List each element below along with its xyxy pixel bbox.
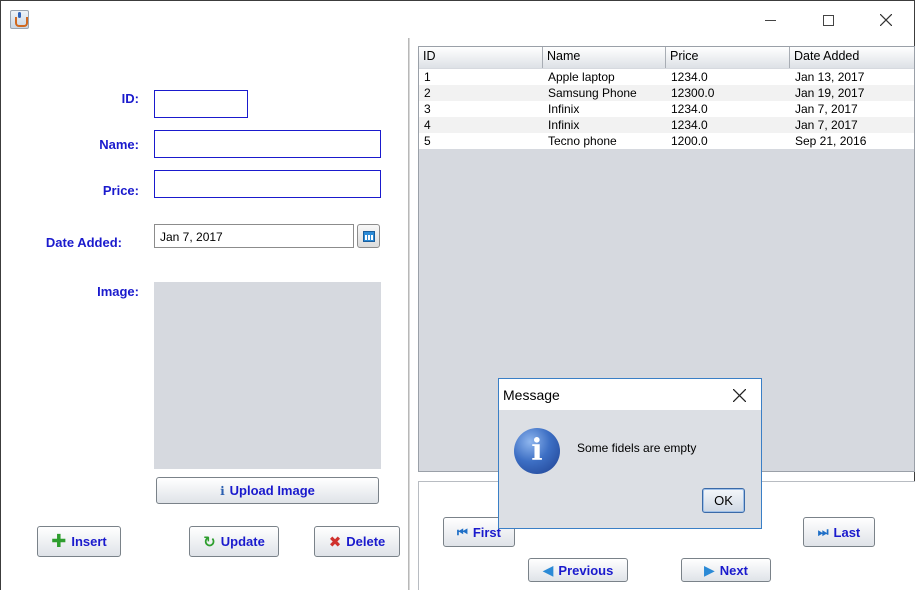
cell-price: 1234.0 [671,102,708,116]
cell-date: Jan 7, 2017 [795,118,858,132]
cell-name: Apple laptop [548,70,615,84]
update-button[interactable]: ↻ Update [189,526,279,557]
insert-button[interactable]: ✚ Insert [37,526,121,557]
price-label: Price: [102,183,139,198]
id-field[interactable] [154,90,248,118]
table-row[interactable]: 5 Tecno phone 1200.0 Sep 21, 2016 [419,133,914,149]
date-added-label: Date Added: [45,235,122,250]
info-small-icon: ℹ [220,483,225,498]
cell-price: 1200.0 [671,134,708,148]
close-icon [880,14,892,26]
title-bar [0,0,915,38]
cell-name: Infinix [548,102,580,116]
calendar-icon [363,231,375,242]
cell-date: Jan 13, 2017 [795,70,865,84]
column-header-date[interactable]: Date Added [790,47,914,68]
maximize-icon [822,14,834,26]
id-label: ID: [121,91,139,106]
cell-price: 1234.0 [671,118,708,132]
table-row[interactable]: 4 Infinix 1234.0 Jan 7, 2017 [419,117,914,133]
column-header-name[interactable]: Name [543,47,666,68]
update-label: Update [220,534,265,549]
previous-button[interactable]: ◀ Previous [528,558,628,582]
cell-id: 2 [424,86,431,100]
last-button[interactable]: ⏭ Last [803,517,875,547]
insert-label: Insert [71,534,107,549]
previous-label: Previous [558,562,614,578]
plus-icon: ✚ [51,531,67,551]
refresh-icon: ↻ [203,533,216,551]
cell-id: 4 [424,118,431,132]
cell-id: 3 [424,102,431,116]
close-button[interactable] [863,1,909,39]
dialog-title-bar: Message [499,379,761,410]
cell-name: Tecno phone [548,134,617,148]
cell-price: 12300.0 [671,86,715,100]
dialog-close-button[interactable] [721,381,757,409]
cell-id: 1 [424,70,431,84]
maximize-button[interactable] [805,1,851,39]
minimize-button[interactable] [747,1,793,39]
message-dialog: Message i Some fidels are empty OK [498,378,762,529]
arrow-right-icon: ▶ [704,561,715,578]
first-label: First [472,524,501,540]
name-label: Name: [99,137,139,152]
cell-date: Jan 7, 2017 [795,102,858,116]
cell-date: Sep 21, 2016 [795,134,867,148]
table-row[interactable]: 2 Samsung Phone 12300.0 Jan 19, 2017 [419,85,914,101]
upload-image-button[interactable]: ℹ Upload Image [156,477,379,504]
java-cup-icon [10,10,29,29]
name-field[interactable] [154,130,381,158]
last-label: Last [833,524,861,540]
next-button[interactable]: ▶ Next [681,558,771,582]
image-preview [154,282,381,469]
date-added-field[interactable]: Jan 7, 2017 [154,224,354,248]
dialog-title: Message [503,387,560,403]
info-icon: i [514,428,560,474]
minimize-icon [764,19,776,21]
table-row[interactable]: 1 Apple laptop 1234.0 Jan 13, 2017 [419,69,914,85]
dialog-message: Some fidels are empty [577,441,697,455]
cell-name: Samsung Phone [548,86,637,100]
arrow-left-icon: ◀ [542,561,554,578]
cell-id: 5 [424,134,431,148]
delete-label: Delete [346,534,386,549]
close-icon [732,388,746,402]
upload-image-label: Upload Image [229,483,315,498]
cell-name: Infinix [548,118,580,132]
date-picker-button[interactable] [357,224,380,248]
ok-button[interactable]: OK [702,488,745,513]
cell-date: Jan 19, 2017 [795,86,865,100]
column-header-price[interactable]: Price [666,47,790,68]
image-label: Image: [97,284,139,299]
next-label: Next [719,562,748,578]
delete-x-icon: ✖ [328,533,342,551]
skip-back-icon: ⏮ [457,524,468,539]
delete-button[interactable]: ✖ Delete [314,526,400,557]
cell-price: 1234.0 [671,70,708,84]
skip-forward-icon: ⏭ [817,524,829,539]
price-field[interactable] [154,170,381,198]
column-header-id[interactable]: ID [419,47,543,68]
table-row[interactable]: 3 Infinix 1234.0 Jan 7, 2017 [419,101,914,117]
table-header: ID Name Price Date Added [419,47,914,68]
